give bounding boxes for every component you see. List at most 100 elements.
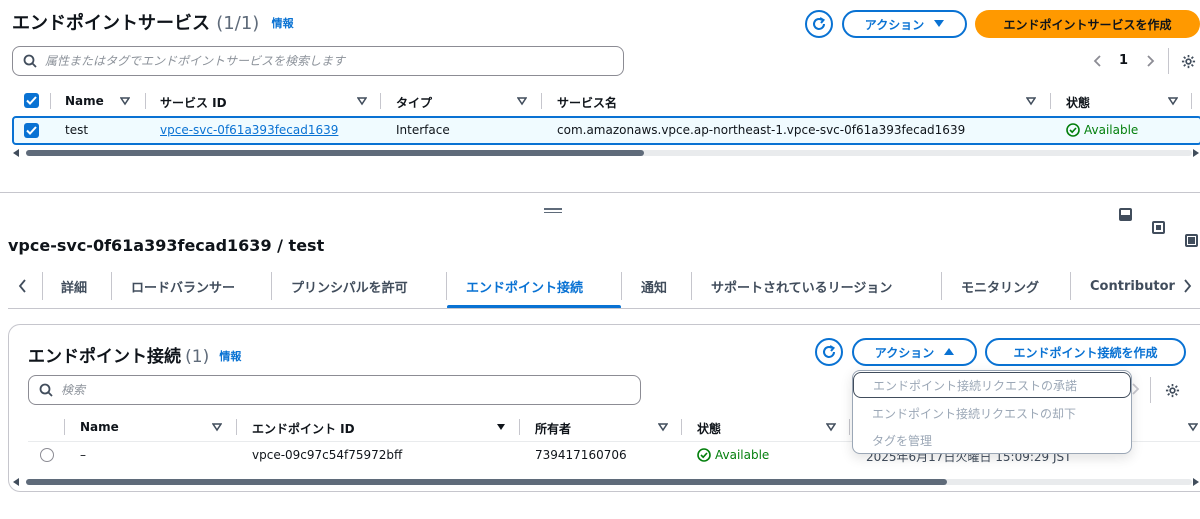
column-header-status[interactable]: 状態 <box>1066 94 1090 111</box>
tab-details[interactable]: 詳細 <box>61 264 87 308</box>
column-divider <box>145 93 146 109</box>
row-radio-button[interactable] <box>40 448 54 462</box>
pagination-divider <box>1150 377 1151 403</box>
panel-position-full-icon[interactable] <box>1185 234 1198 247</box>
tab-allow-principals[interactable]: プリンシパルを許可 <box>291 264 408 308</box>
row-owner: 739417160706 <box>535 448 627 462</box>
service-search-input[interactable] <box>45 54 585 68</box>
sort-icon[interactable] <box>212 422 222 432</box>
scroll-left-icon[interactable] <box>13 149 20 157</box>
horizontal-scrollbar[interactable] <box>26 150 1192 156</box>
service-id-link[interactable]: vpce-svc-0f61a393fecad1639 <box>160 123 338 137</box>
sort-icon[interactable] <box>1188 422 1198 432</box>
split-panel-border <box>0 192 1200 193</box>
tab-notifications[interactable]: 通知 <box>641 264 667 308</box>
column-divider <box>64 419 65 435</box>
sort-icon[interactable] <box>1168 96 1178 106</box>
column-divider <box>1050 93 1051 109</box>
column-divider <box>541 93 542 109</box>
refresh-icon <box>823 345 836 358</box>
tabs-scroll-left-icon[interactable] <box>18 279 27 293</box>
page-title-count: (1/1) <box>216 13 260 34</box>
drag-handle-icon[interactable] <box>544 208 562 213</box>
menu-item-manage-tags[interactable]: タグを管理 <box>853 427 1131 453</box>
tab-supported-regions[interactable]: サポートされているリージョン <box>711 264 892 308</box>
column-header-name[interactable]: Name <box>65 94 104 108</box>
page-title-text: エンドポイントサービス <box>12 13 210 34</box>
horizontal-scrollbar[interactable] <box>26 479 1192 485</box>
connections-actions-button[interactable]: アクション <box>852 338 977 366</box>
search-icon <box>39 383 53 397</box>
column-divider <box>236 419 237 435</box>
tabs-bottom-border <box>8 308 1200 309</box>
tabs-scroll-right-icon[interactable] <box>1183 279 1192 293</box>
sort-icon[interactable] <box>357 96 367 106</box>
sort-icon[interactable] <box>517 96 527 106</box>
status-text: Available <box>1084 123 1139 137</box>
create-endpoint-connection-button[interactable]: エンドポイント接続を作成 <box>985 338 1186 366</box>
tab-divider <box>271 272 272 300</box>
check-icon <box>26 126 37 135</box>
page-title: エンドポイントサービス (1/1) 情報 <box>12 9 294 35</box>
status-badge: Available <box>1066 123 1138 137</box>
select-all-checkbox[interactable] <box>24 93 39 108</box>
row-service-name: com.amazonaws.vpce.ap-northeast-1.vpce-s… <box>557 123 966 137</box>
column-divider <box>519 419 520 435</box>
tab-monitoring[interactable]: モニタリング <box>961 264 1039 308</box>
refresh-icon <box>813 17 826 30</box>
connections-search-field[interactable] <box>28 375 641 405</box>
menu-item-reject-request[interactable]: エンドポイント接続リクエストの却下 <box>853 400 1131 426</box>
sort-icon[interactable] <box>120 96 130 106</box>
tab-endpoint-connections[interactable]: エンドポイント接続 <box>466 264 583 308</box>
row-endpoint-id: vpce-09c97c54f75972bff <box>252 448 403 462</box>
info-link[interactable]: 情報 <box>272 17 294 30</box>
tab-contributor[interactable]: Contributor <box>1090 264 1176 308</box>
sort-icon[interactable] <box>1026 96 1036 106</box>
service-search-field[interactable] <box>12 46 624 76</box>
check-icon <box>26 96 37 105</box>
refresh-button[interactable] <box>815 338 843 366</box>
sort-icon[interactable] <box>826 422 836 432</box>
tab-load-balancers[interactable]: ロードバランサー <box>131 264 235 308</box>
settings-gear-icon[interactable] <box>1165 383 1180 398</box>
panel-position-side-icon[interactable] <box>1152 221 1165 234</box>
prev-page-icon[interactable] <box>1093 55 1103 67</box>
settings-gear-icon[interactable] <box>1181 54 1196 69</box>
create-endpoint-service-button[interactable]: エンドポイントサービスを作成 <box>975 10 1200 38</box>
tab-bar: 詳細 ロードバランサー プリンシパルを許可 エンドポイント接続 通知 サポートさ… <box>8 264 1200 309</box>
success-check-icon <box>1066 123 1080 137</box>
scroll-left-icon[interactable] <box>13 478 20 486</box>
column-header-name[interactable]: Name <box>80 420 119 434</box>
column-header-service-id[interactable]: サービス ID <box>160 94 227 111</box>
connections-title-text: エンドポイント接続 <box>28 347 181 367</box>
actions-button-label: アクション <box>874 345 935 360</box>
page-number[interactable]: 1 <box>1119 53 1128 68</box>
column-divider <box>681 419 682 435</box>
row-checkbox[interactable] <box>24 123 39 138</box>
sort-active-icon[interactable] <box>496 422 506 432</box>
column-divider <box>50 93 51 109</box>
menu-item-accept-request[interactable]: エンドポイント接続リクエストの承諾 <box>853 372 1131 398</box>
panel-position-bottom-icon[interactable] <box>1119 208 1132 221</box>
column-header-status[interactable]: 状態 <box>697 420 721 437</box>
refresh-button[interactable] <box>805 10 833 38</box>
next-page-icon[interactable] <box>1145 55 1155 67</box>
column-header-service-name[interactable]: サービス名 <box>557 94 617 111</box>
actions-dropdown-menu: エンドポイント接続リクエストの承諾 エンドポイント接続リクエストの却下 タグを管… <box>852 370 1132 454</box>
scrollbar-thumb[interactable] <box>26 479 948 485</box>
scrollbar-thumb[interactable] <box>26 150 644 156</box>
scroll-right-icon[interactable] <box>1193 478 1200 486</box>
info-link[interactable]: 情報 <box>219 350 241 363</box>
tab-divider <box>446 272 447 300</box>
scroll-right-icon[interactable] <box>1193 149 1200 157</box>
column-header-owner[interactable]: 所有者 <box>535 420 571 437</box>
connections-search-input[interactable] <box>61 383 602 397</box>
tab-divider <box>1070 272 1071 300</box>
actions-button[interactable]: アクション <box>842 10 967 38</box>
column-header-type[interactable]: タイプ <box>396 94 432 111</box>
column-divider <box>1191 93 1192 109</box>
next-page-icon[interactable] <box>1131 383 1140 395</box>
column-header-endpoint-id[interactable]: エンドポイント ID <box>252 420 355 437</box>
success-check-icon <box>697 448 711 462</box>
sort-icon[interactable] <box>658 422 668 432</box>
